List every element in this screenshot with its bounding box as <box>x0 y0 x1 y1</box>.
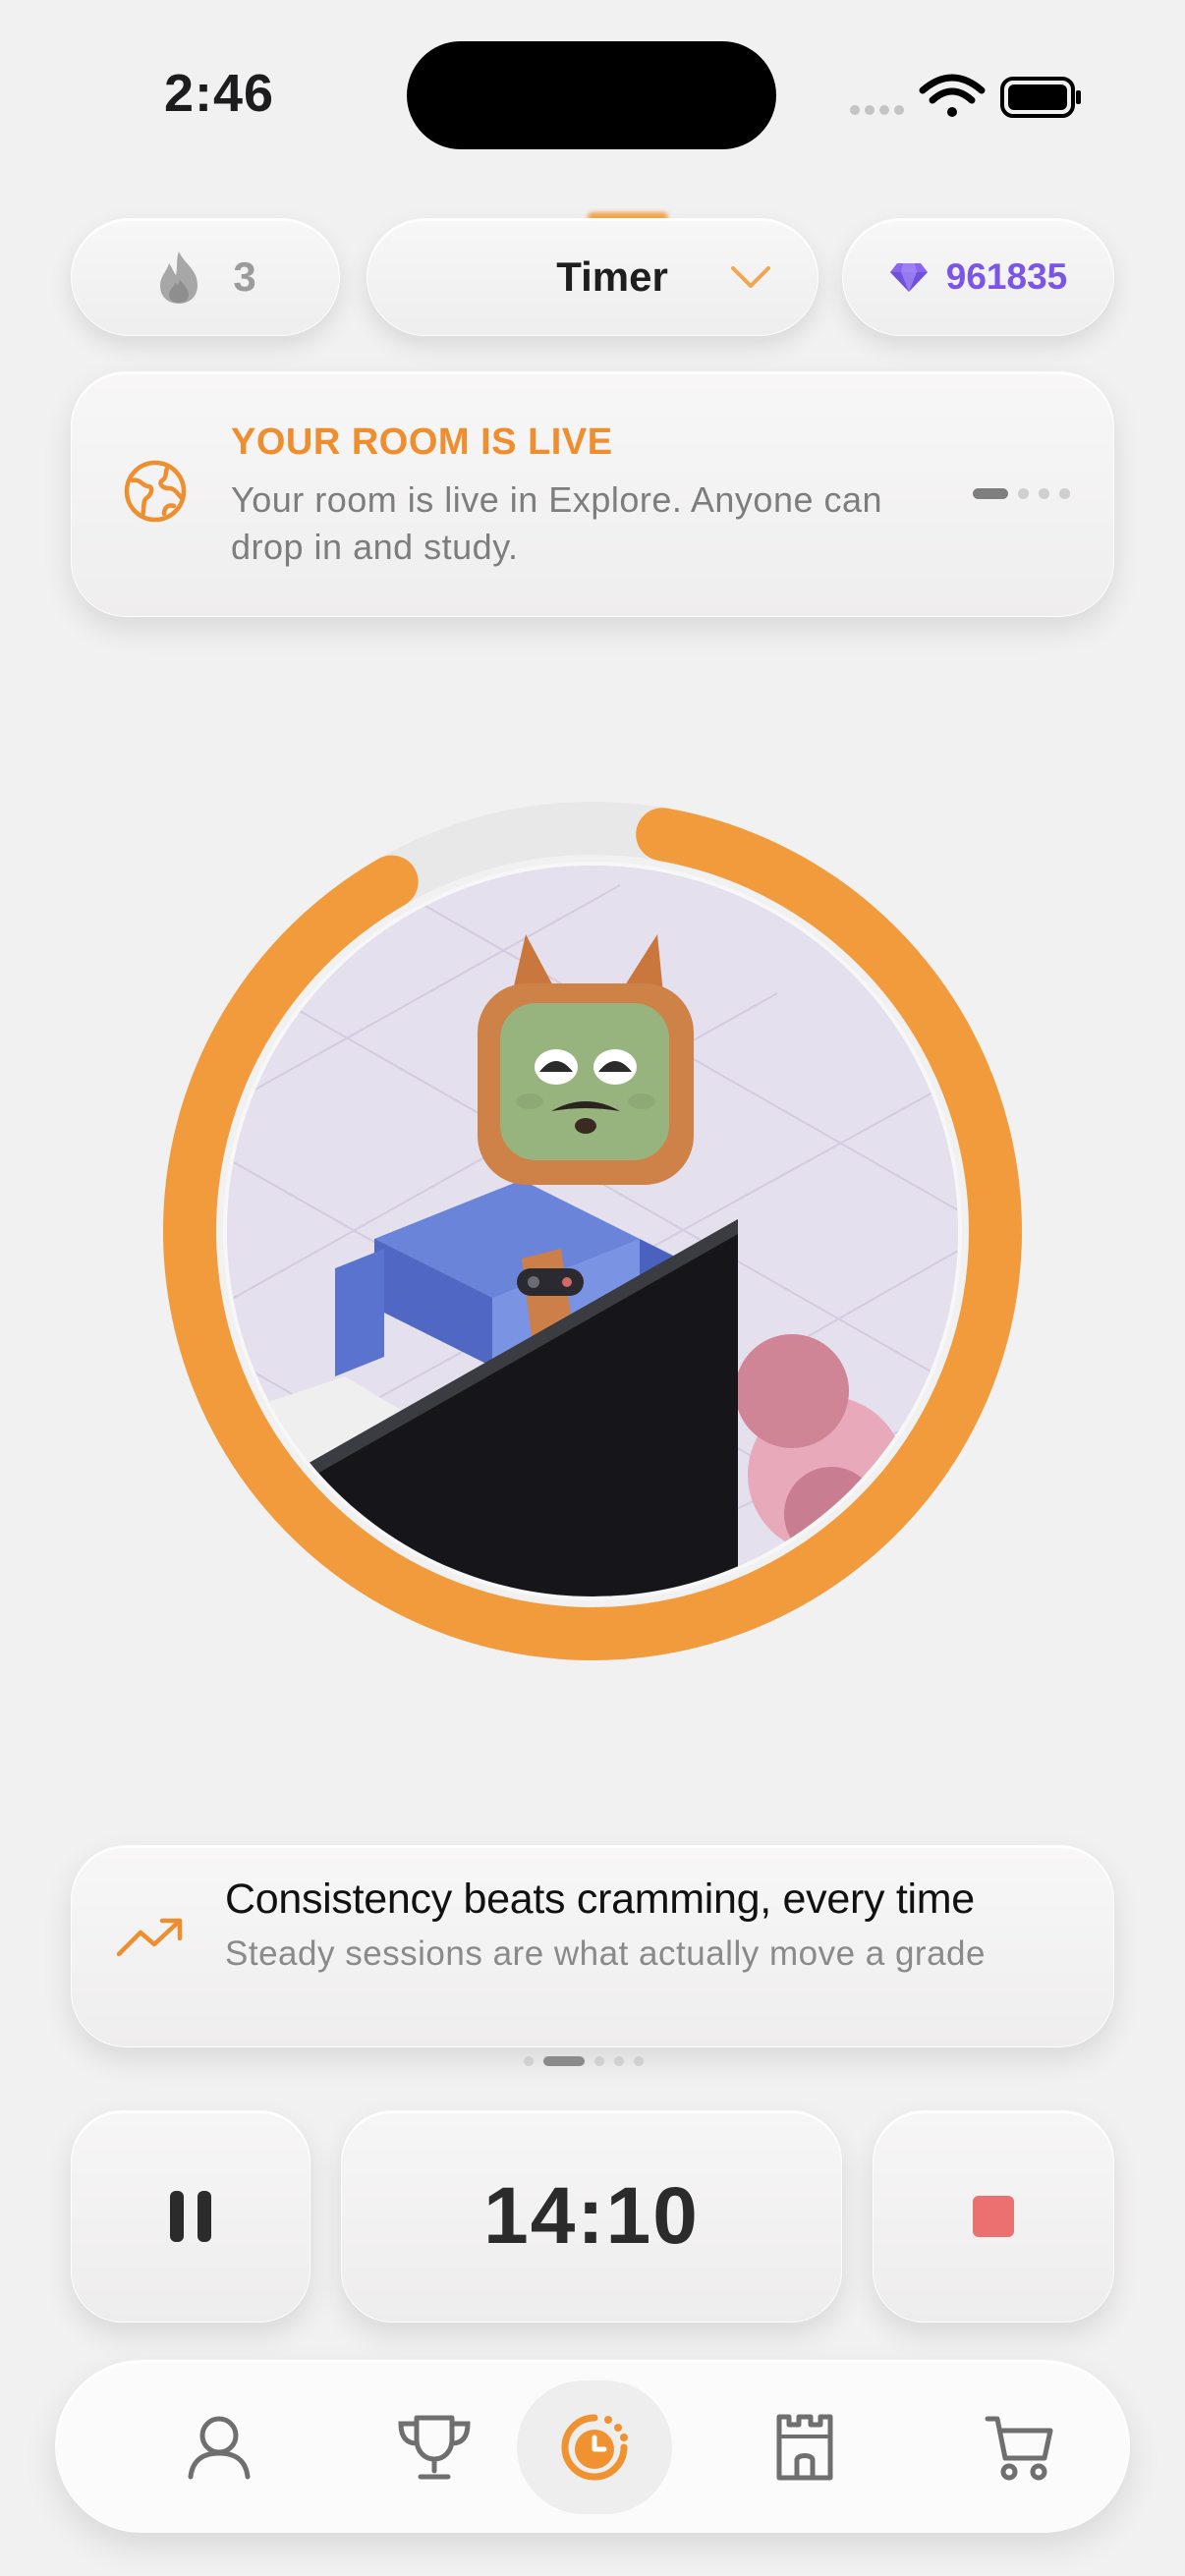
globe-icon <box>124 460 187 523</box>
gems-pill[interactable]: 961835 <box>842 218 1114 336</box>
tip-card[interactable]: Consistency beats cramming, every time S… <box>71 1845 1114 2047</box>
page-dot <box>634 2056 644 2066</box>
chevron-down-icon <box>731 266 770 288</box>
stop-button[interactable] <box>873 2110 1114 2323</box>
tab-leaderboard[interactable] <box>356 2361 513 2534</box>
status-time: 2:46 <box>164 64 275 123</box>
page-dot <box>1018 488 1029 499</box>
page-dot <box>543 2056 585 2066</box>
study-room-scene <box>223 862 962 1600</box>
streak-pill[interactable]: 3 <box>71 218 340 336</box>
flame-icon <box>160 252 198 304</box>
mode-label: Timer <box>556 253 668 300</box>
tip-page-indicator <box>524 2056 644 2066</box>
mode-selector[interactable]: Timer <box>367 218 818 336</box>
gems-count: 961835 <box>945 256 1068 297</box>
trophy-icon <box>398 2415 471 2480</box>
tip-text: Steady sessions are what actually move a… <box>225 1934 986 1973</box>
cellular-signal-icon <box>850 105 904 115</box>
timer-value: 14:10 <box>483 2171 700 2261</box>
banner-page-indicator <box>973 488 1070 499</box>
tab-shop[interactable] <box>940 2361 1098 2534</box>
status-icons <box>850 74 1081 118</box>
pause-button[interactable] <box>71 2110 310 2323</box>
page-dot <box>1059 488 1070 499</box>
banner-text: Your room is live in Explore. Anyone can… <box>231 479 883 567</box>
streak-count: 3 <box>233 253 256 300</box>
page-dot <box>614 2056 624 2066</box>
stop-icon <box>973 2196 1014 2237</box>
cat-character-illustration <box>227 866 958 1596</box>
gem-icon <box>889 263 928 292</box>
tab-profile[interactable] <box>141 2361 298 2534</box>
page-dot <box>973 488 1008 499</box>
pause-icon <box>170 2191 211 2242</box>
battery-icon <box>1000 77 1081 118</box>
tab-bar <box>55 2360 1130 2533</box>
tab-castle[interactable] <box>726 2361 883 2534</box>
page-dot <box>524 2056 534 2066</box>
tab-timer[interactable] <box>516 2361 673 2534</box>
banner-title: YOUR ROOM IS LIVE <box>231 421 613 463</box>
wifi-icon <box>919 74 986 117</box>
page-dot <box>594 2056 604 2066</box>
room-live-banner[interactable]: YOUR ROOM IS LIVE Your room is live in E… <box>71 371 1114 617</box>
timer-icon <box>561 2414 628 2481</box>
tip-title: Consistency beats cramming, every time <box>225 1876 975 1923</box>
castle-icon <box>776 2414 833 2481</box>
dynamic-island <box>407 41 776 149</box>
timer-display[interactable]: 14:10 <box>341 2110 842 2323</box>
cart-icon <box>985 2416 1053 2481</box>
person-icon <box>188 2416 251 2480</box>
page-dot <box>1039 488 1049 499</box>
trending-up-icon <box>116 1918 183 1957</box>
